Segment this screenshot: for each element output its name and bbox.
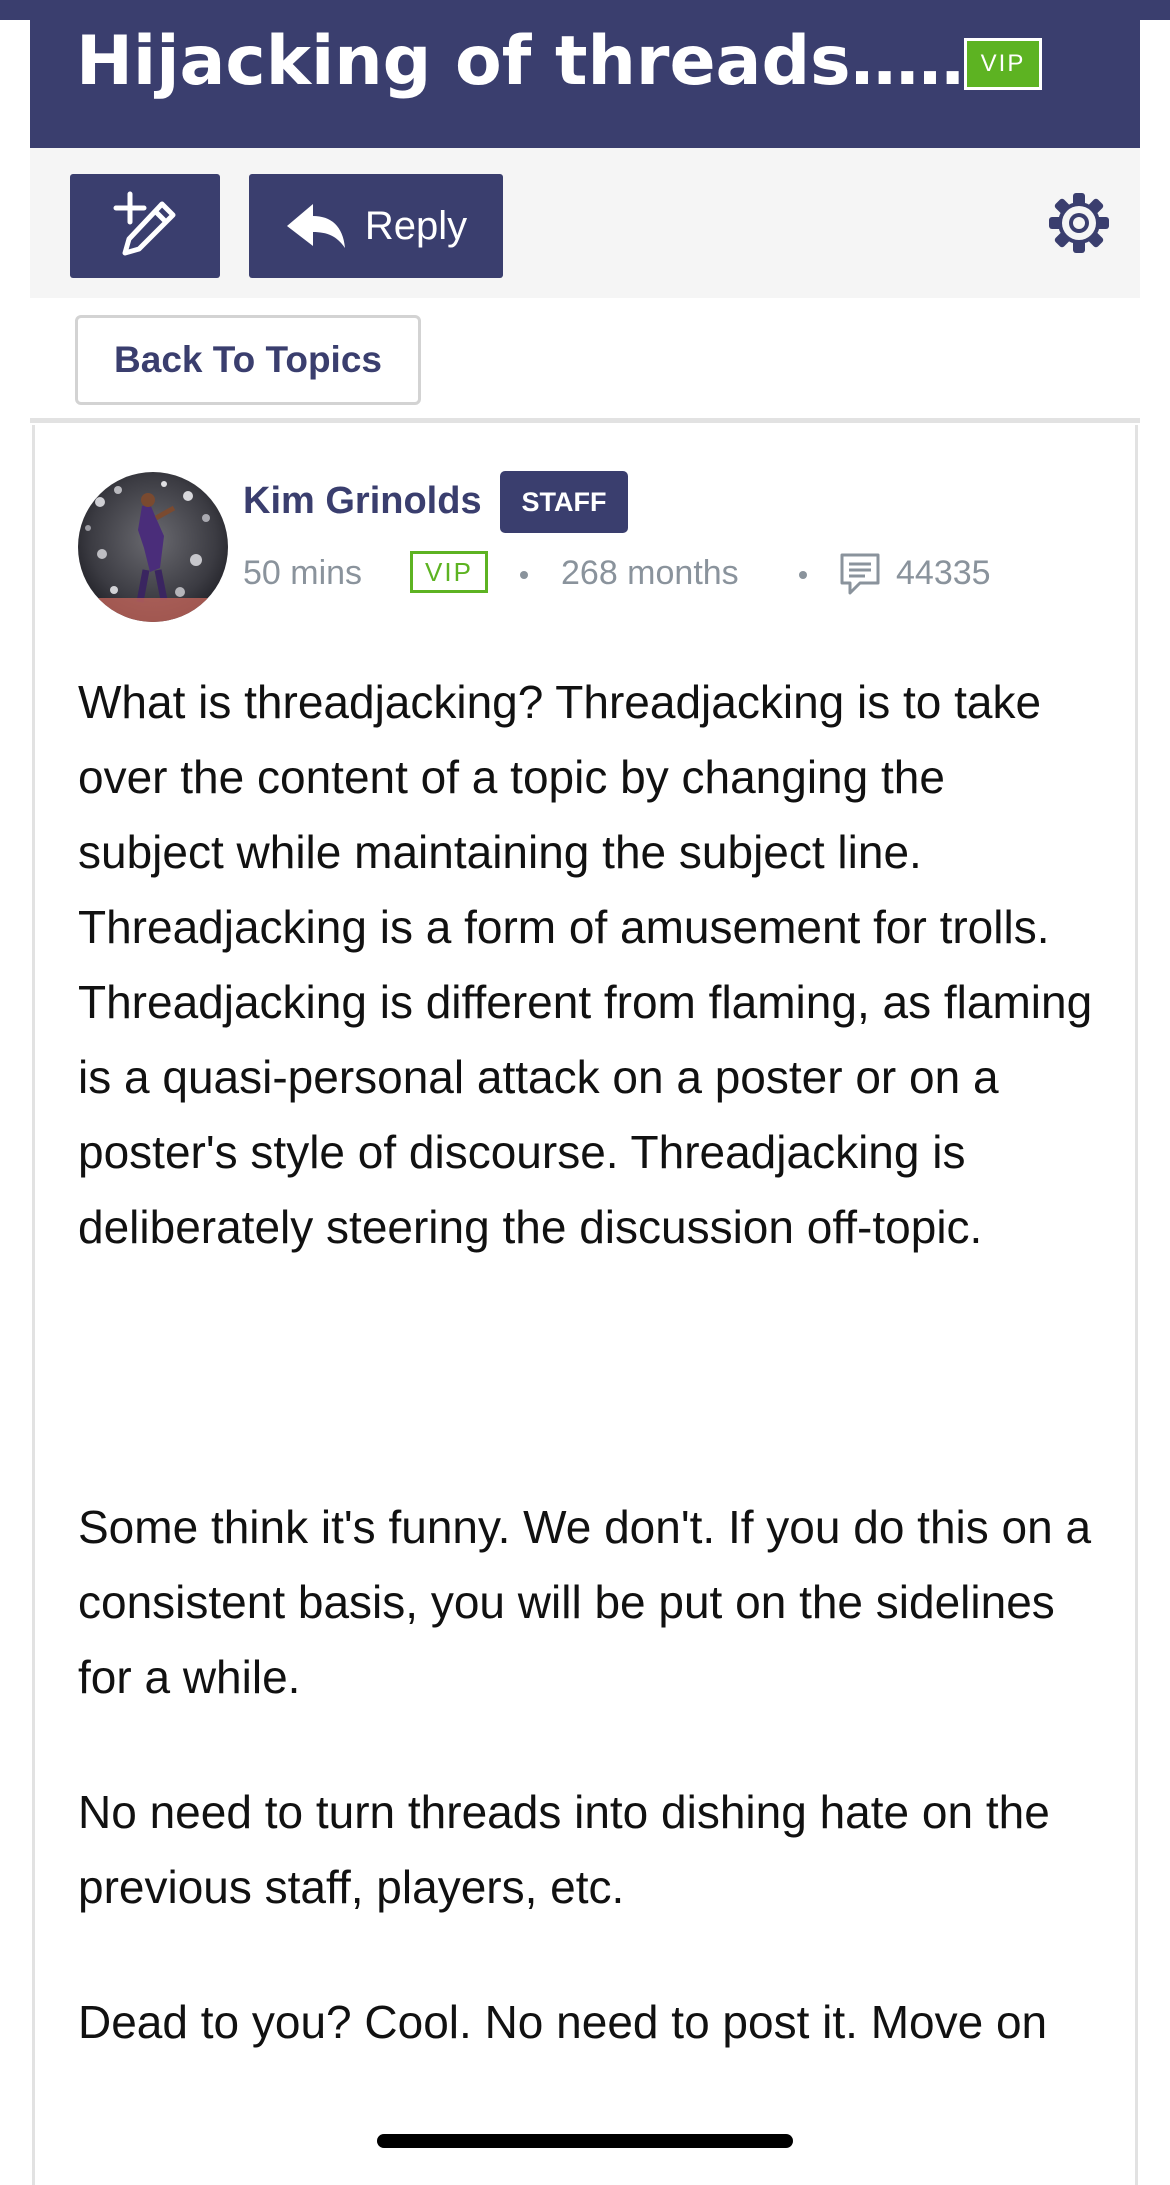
post-paragraph: Some think it's funny. We don't. If you … — [78, 1501, 1092, 1703]
post-time: 50 mins — [243, 554, 363, 592]
back-to-topics-button[interactable]: Back To Topics — [75, 315, 421, 405]
post-paragraph: No need to turn threads into dishing hat… — [78, 1786, 1050, 1913]
pencil-plus-icon — [113, 191, 176, 256]
separator-dot — [799, 571, 807, 579]
reply-button[interactable]: Reply — [249, 174, 503, 278]
separator-dot — [520, 571, 528, 579]
new-topic-button[interactable] — [70, 174, 220, 278]
thread-toolbar: Reply — [30, 148, 1140, 298]
thread-header: Hijacking of threads…… VIP — [30, 0, 1140, 148]
reply-label: Reply — [364, 203, 468, 248]
gear-icon[interactable] — [1046, 190, 1112, 256]
reply-arrow-icon — [286, 204, 345, 248]
home-indicator[interactable] — [377, 2134, 793, 2148]
divider — [30, 418, 1140, 423]
member-duration: 268 months — [561, 554, 739, 592]
author-name[interactable]: Kim Grinolds — [243, 476, 482, 526]
avatar[interactable] — [78, 472, 228, 622]
post-count: 44335 — [896, 554, 991, 592]
post-paragraph: What is threadjacking? Threadjacking is … — [78, 676, 1093, 1253]
post-paragraph: Dead to you? Cool. No need to post it. M… — [78, 1996, 1048, 2048]
staff-badge: STAFF — [500, 471, 628, 533]
vip-badge: VIP — [964, 38, 1042, 90]
member-vip-badge: VIP — [410, 551, 488, 593]
comments-icon — [840, 553, 880, 595]
thread-title: Hijacking of threads…… — [76, 22, 987, 101]
